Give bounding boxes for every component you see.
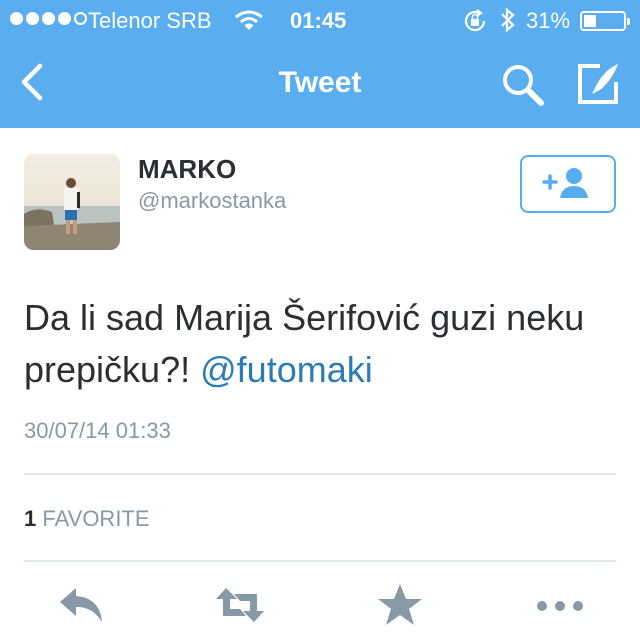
follow-button[interactable] [520,155,616,213]
add-user-icon [542,168,588,198]
tweet-text: Da li sad Marija Šerifović guzi neku pre… [24,292,624,396]
retweet-icon[interactable] [214,582,266,628]
favorites-label: FAVORITE [42,506,150,531]
favorites-summary[interactable]: 1 FAVORITE [24,506,150,532]
signal-strength-icon [10,12,87,25]
favorite-icon[interactable] [374,582,426,628]
avatar[interactable] [24,154,120,250]
search-icon[interactable] [498,60,546,108]
top-bar: Telenor SRB 01:45 31% Tweet [0,0,640,128]
author-handle[interactable]: @markostanka [138,188,286,214]
carrier-name: Telenor SRB [88,8,212,33]
status-bar: Telenor SRB 01:45 31% [0,0,640,40]
wifi-icon [235,10,263,30]
compose-icon[interactable] [574,60,622,108]
bluetooth-icon [501,7,515,33]
status-time: 01:45 [290,8,347,33]
more-icon[interactable] [534,582,586,628]
battery-percent: 31% [526,8,571,33]
rotation-lock-icon [464,9,486,32]
mention-link[interactable]: @futomaki [200,349,373,390]
favorites-count: 1 [24,506,37,531]
battery-icon [580,11,630,31]
divider [24,560,616,562]
reply-icon[interactable] [56,582,108,628]
author-name[interactable]: MARKO [138,154,236,185]
divider [24,473,616,475]
tweet-timestamp: 30/07/14 01:33 [24,418,171,443]
